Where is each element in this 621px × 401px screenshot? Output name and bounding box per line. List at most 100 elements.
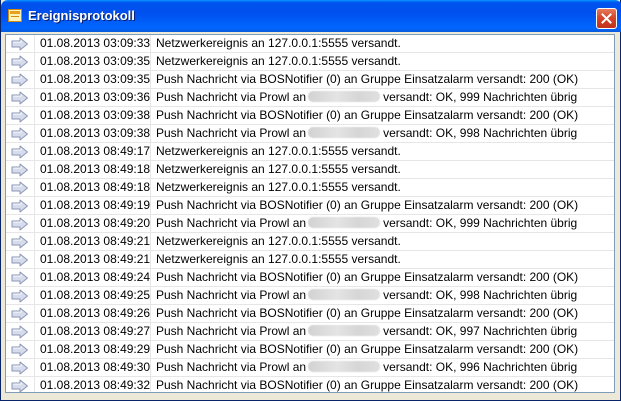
column-divider [150,179,151,196]
column-divider [150,251,151,268]
timestamp-cell: 01.08.2013 03:09:38 [40,126,151,140]
message-cell: Push Nachricht via Prowl an versandt: OK,… [156,125,577,142]
arrow-right-icon [11,91,29,105]
redacted-recipient [308,325,381,336]
log-row[interactable]: 01.08.2013 08:49:18 Netzwerkereignis an 1… [6,161,614,179]
log-row[interactable]: 01.08.2013 08:49:21 Netzwerkereignis an 1… [6,251,614,269]
log-row[interactable]: 01.08.2013 03:09:36 Push Nachricht via Pr… [6,89,614,107]
arrow-right-icon [11,325,29,339]
log-row[interactable]: 01.08.2013 08:49:24 Push Nachricht via BO… [6,269,614,287]
log-row[interactable]: 01.08.2013 08:49:20 Push Nachricht via Pr… [6,215,614,233]
event-log-list[interactable]: 01.08.2013 03:09:33 Netzwerkereignis an 1… [5,34,615,393]
column-divider [34,215,35,232]
log-row[interactable]: 01.08.2013 08:49:17 Netzwerkereignis an 1… [6,143,614,161]
title-bar[interactable]: Ereignisprotokoll [1,0,621,32]
message-text: Netzwerkereignis an 127.0.0.1:5555 versa… [156,252,401,266]
message-cell: Push Nachricht via BOSNotifier (0) an Gr… [156,305,578,322]
message-text: Netzwerkereignis an 127.0.0.1:5555 versa… [156,162,401,176]
arrow-right-icon [11,361,29,375]
timestamp-cell: 01.08.2013 08:49:18 [40,162,151,176]
arrow-right-icon [11,109,29,123]
arrow-right-icon [11,163,29,177]
message-cell: Push Nachricht via BOSNotifier (0) an Gr… [156,377,579,392]
close-icon [601,13,612,24]
message-suffix: versandt: OK, 999 Nachrichten übrig [383,90,578,104]
arrow-right-icon [11,253,29,267]
log-row[interactable]: 01.08.2013 03:09:38 Push Nachricht via BO… [6,107,614,125]
message-suffix: versandt: OK, 999 Nachrichten übrig [383,216,578,230]
message-cell: Netzwerkereignis an 127.0.0.1:5555 versa… [156,251,401,268]
column-divider [34,179,35,196]
arrow-right-icon [11,73,29,87]
close-button[interactable] [596,8,617,29]
timestamp-cell: 01.08.2013 03:09:38 [40,108,151,122]
column-divider [150,377,151,392]
redacted-recipient [308,91,381,102]
timestamp-cell: 01.08.2013 08:49:17 [40,144,151,158]
message-suffix: versandt: OK, 998 Nachrichten übrig [383,288,578,302]
column-divider [150,269,151,286]
arrow-right-icon [11,343,29,357]
log-row[interactable]: 01.08.2013 03:09:35 Netzwerkereignis an 1… [6,53,614,71]
column-divider [34,161,35,178]
log-row[interactable]: 01.08.2013 08:49:27 Push Nachricht via Pr… [6,323,614,341]
timestamp-cell: 01.08.2013 03:09:36 [40,90,151,104]
column-divider [150,35,151,52]
window-title: Ereignisprotokoll [28,8,135,23]
timestamp-cell: 01.08.2013 03:09:33 [40,36,151,50]
column-divider [34,323,35,340]
message-cell: Netzwerkereignis an 127.0.0.1:5555 versa… [156,143,401,160]
arrow-right-icon [11,307,29,321]
message-text: Push Nachricht via BOSNotifier (0) an Gr… [156,198,579,212]
log-row[interactable]: 01.08.2013 08:49:26 Push Nachricht via BO… [6,305,614,323]
column-divider [34,53,35,70]
message-text: Push Nachricht via BOSNotifier (0) an Gr… [156,378,579,392]
column-divider [150,143,151,160]
column-divider [34,233,35,250]
arrow-right-icon [11,379,29,392]
log-row[interactable]: 01.08.2013 03:09:38 Push Nachricht via Pr… [6,125,614,143]
log-row[interactable]: 01.08.2013 08:49:30 Push Nachricht via Pr… [6,359,614,377]
column-divider [34,305,35,322]
timestamp-cell: 01.08.2013 03:09:35 [40,54,151,68]
log-row[interactable]: 01.08.2013 08:49:29 Push Nachricht via BO… [6,341,614,359]
message-text: Push Nachricht via BOSNotifier (0) an Gr… [156,108,579,122]
event-log-window: Ereignisprotokoll 01.08.2013 03:09:33 Net… [0,0,621,401]
message-text: Netzwerkereignis an 127.0.0.1:5555 versa… [156,180,401,194]
message-prefix: Push Nachricht via Prowl an [156,360,307,374]
column-divider [34,71,35,88]
message-cell: Push Nachricht via Prowl an versandt: OK,… [156,323,577,340]
redacted-recipient [308,361,381,372]
message-cell: Push Nachricht via BOSNotifier (0) an Gr… [156,107,578,124]
log-row[interactable]: 01.08.2013 08:49:21 Netzwerkereignis an 1… [6,233,614,251]
message-cell: Netzwerkereignis an 127.0.0.1:5555 versa… [156,53,401,70]
column-divider [34,143,35,160]
message-prefix: Push Nachricht via Prowl an [156,90,307,104]
column-divider [34,287,35,304]
column-divider [150,359,151,376]
log-row[interactable]: 01.08.2013 03:09:33 Netzwerkereignis an 1… [6,35,614,53]
timestamp-cell: 01.08.2013 03:09:35 [40,72,151,86]
arrow-right-icon [11,271,29,285]
column-divider [150,197,151,214]
column-divider [150,341,151,358]
message-cell: Push Nachricht via Prowl an versandt: OK,… [156,89,577,106]
log-row[interactable]: 01.08.2013 08:49:18 Netzwerkereignis an 1… [6,179,614,197]
message-cell: Push Nachricht via BOSNotifier (0) an Gr… [156,71,578,88]
log-row[interactable]: 01.08.2013 08:49:25 Push Nachricht via Pr… [6,287,614,305]
arrow-right-icon [11,199,29,213]
timestamp-cell: 01.08.2013 08:49:26 [40,306,151,320]
column-divider [34,377,35,392]
column-divider [34,251,35,268]
timestamp-cell: 01.08.2013 08:49:21 [40,252,151,266]
log-row[interactable]: 01.08.2013 03:09:35 Push Nachricht via BO… [6,71,614,89]
column-divider [150,71,151,88]
log-row[interactable]: 01.08.2013 08:49:32 Push Nachricht via BO… [6,377,614,392]
timestamp-cell: 01.08.2013 08:49:25 [40,288,151,302]
column-divider [34,269,35,286]
column-divider [34,125,35,142]
arrow-right-icon [11,217,29,231]
timestamp-cell: 01.08.2013 08:49:29 [40,342,151,356]
column-divider [34,341,35,358]
log-row[interactable]: 01.08.2013 08:49:19 Push Nachricht via BO… [6,197,614,215]
